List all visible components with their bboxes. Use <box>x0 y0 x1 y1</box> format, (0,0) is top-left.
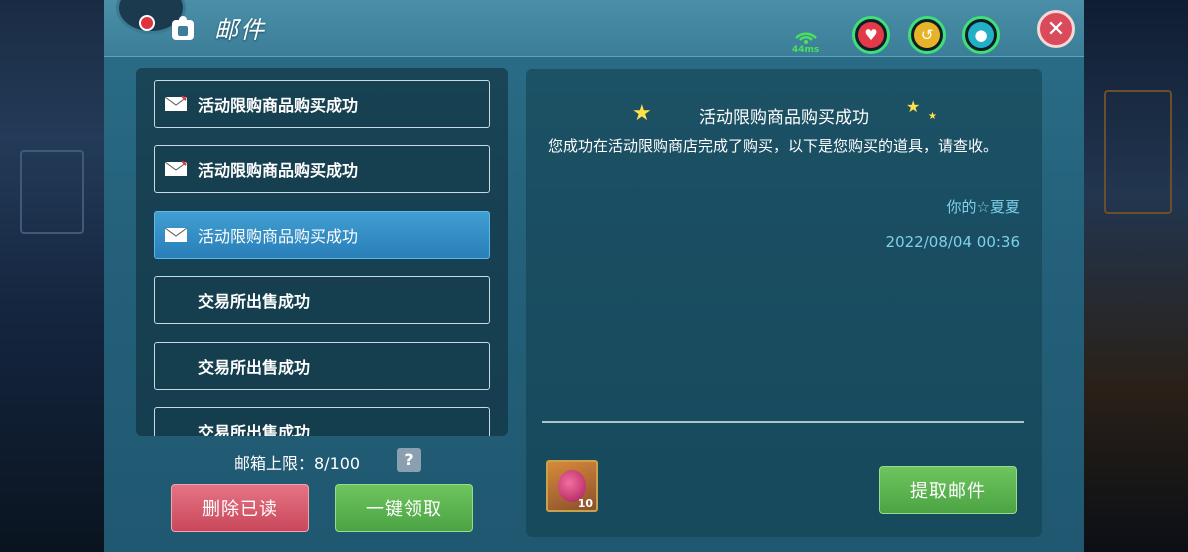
claim-all-button[interactable]: 一键领取 <box>335 484 473 532</box>
mail-subject: 活动限购商品购买成功 <box>198 161 359 180</box>
close-button[interactable]: ✕ <box>1037 10 1075 48</box>
help-button[interactable]: ? <box>397 448 421 472</box>
attachment-item[interactable]: 10 <box>546 460 598 512</box>
heart-icon: ♥ <box>858 22 884 48</box>
water-drop-icon: ● <box>968 22 994 48</box>
envelope-icon <box>164 227 188 242</box>
stamina-gauge[interactable]: ↺ <box>908 16 946 54</box>
list-item[interactable]: 交易所出售成功 <box>154 407 490 436</box>
extract-mail-button[interactable]: 提取邮件 <box>879 466 1017 514</box>
mail-detail-title: 活动限购商品购买成功 <box>699 108 869 128</box>
mail-body: 您成功在活动限购商店完成了购买，以下是您购买的道具，请查收。 <box>548 137 999 155</box>
star-icon: ★ <box>906 97 921 116</box>
list-item[interactable]: 活动限购商品购买成功 <box>154 145 490 193</box>
mail-date: 2022/08/04 00:36 <box>885 233 1020 251</box>
notification-dot-icon <box>139 15 155 31</box>
list-item-selected[interactable]: 活动限购商品购买成功 <box>154 211 490 259</box>
ping-text: 44ms <box>792 45 820 55</box>
arm-icon: ↺ <box>914 22 940 48</box>
close-icon: ✕ <box>1046 16 1066 42</box>
wifi-signal-icon <box>795 32 817 44</box>
mail-subject: 活动限购商品购买成功 <box>198 96 359 115</box>
star-icon: ★ <box>928 111 937 122</box>
mail-subject: 交易所出售成功 <box>198 358 311 377</box>
window-decoration <box>20 150 84 234</box>
list-item[interactable]: 活动限购商品购买成功 <box>154 80 490 128</box>
attachment-quantity: 10 <box>577 497 593 510</box>
background-right <box>1084 0 1188 552</box>
divider <box>542 421 1024 423</box>
mail-subject: 交易所出售成功 <box>198 423 311 436</box>
list-item[interactable]: 交易所出售成功 <box>154 276 490 324</box>
mail-subject: 活动限购商品购买成功 <box>198 227 359 246</box>
mail-sender: 你的☆夏夏 <box>946 198 1020 216</box>
stained-window-decoration <box>1104 90 1172 214</box>
title-bar: 邮件 44ms ♥ ↺ ● ✕ <box>104 0 1084 57</box>
page-title: 邮件 <box>214 16 266 44</box>
mail-window: 邮件 44ms ♥ ↺ ● ✕ 活动限购商品购买成功 活动限购商品购买成功 活动 <box>104 0 1084 552</box>
mailbox-capacity: 邮箱上限：8/100 <box>234 454 361 473</box>
water-gauge[interactable]: ● <box>962 16 1000 54</box>
mail-list[interactable]: 活动限购商品购买成功 活动限购商品购买成功 活动限购商品购买成功 交易所出售成功… <box>136 68 508 436</box>
health-gauge[interactable]: ♥ <box>852 16 890 54</box>
mail-bag-icon <box>172 16 194 40</box>
envelope-icon <box>164 161 188 176</box>
mail-subject: 交易所出售成功 <box>198 292 311 311</box>
list-item[interactable]: 交易所出售成功 <box>154 342 490 390</box>
envelope-icon <box>164 96 188 111</box>
delete-read-button[interactable]: 删除已读 <box>171 484 309 532</box>
background-left <box>0 0 104 552</box>
